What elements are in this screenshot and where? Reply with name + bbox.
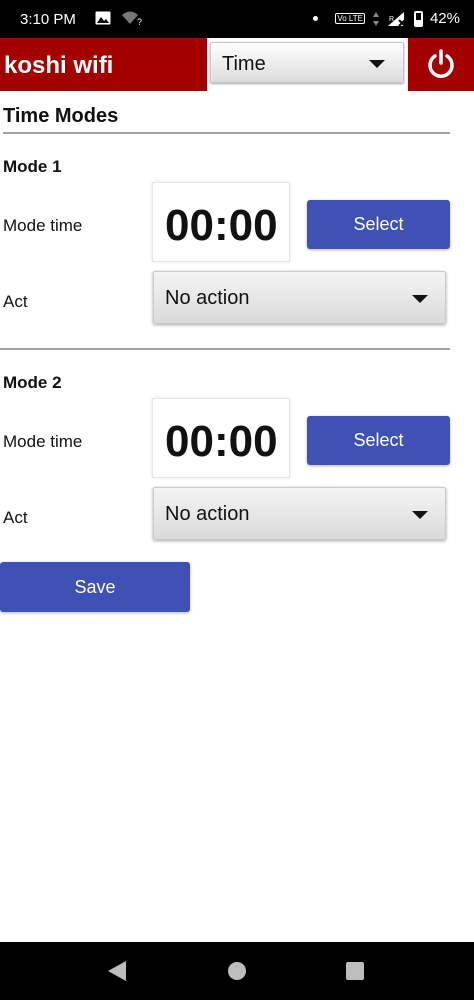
mode-2-time-label: Mode time (3, 432, 83, 451)
svg-text:?: ? (137, 17, 142, 26)
mode-dropdown-value: Time (222, 53, 266, 75)
mode-dropdown[interactable]: Time (210, 42, 404, 83)
divider (0, 348, 450, 350)
home-icon[interactable] (228, 962, 246, 980)
recents-icon[interactable] (346, 962, 364, 980)
mode-1-time-display[interactable]: 00:00 (152, 182, 290, 262)
svg-text:R: R (389, 16, 394, 23)
notification-dot-icon (313, 16, 319, 21)
signal-icon: R (387, 11, 406, 27)
volte-icon: Vo LTE (335, 13, 365, 24)
power-button[interactable] (408, 38, 474, 91)
mode-1-act-label: Act (3, 292, 28, 311)
mode-1-select-button[interactable]: Select (307, 200, 450, 249)
chevron-down-icon (412, 295, 428, 303)
mode-2-time-value: 00:00 (165, 417, 278, 466)
data-arrows-icon (372, 11, 379, 26)
status-right-icons: Vo LTE R 42% (313, 10, 460, 27)
power-icon (428, 49, 454, 78)
app-title: koshi wifi (4, 52, 114, 79)
mode-1-act-value: No action (165, 287, 250, 309)
mode-1-time-label: Mode time (3, 216, 83, 235)
mode-2-select-button[interactable]: Select (307, 416, 450, 465)
status-left-icons: ? (95, 10, 143, 26)
mode-2-act-value: No action (165, 503, 250, 525)
battery-percent: 42% (429, 10, 460, 27)
app-screen: 3:10 PM ? Vo LTE R 42% koshi wifi Time T… (0, 0, 474, 1000)
save-button[interactable]: Save (0, 562, 190, 612)
status-time: 3:10 PM (20, 11, 76, 28)
chevron-down-icon (412, 511, 428, 519)
image-icon (95, 11, 111, 25)
mode-1-act-dropdown[interactable]: No action (153, 271, 446, 324)
brand-block: koshi wifi (0, 38, 207, 91)
wifi-question-icon: ? (122, 11, 142, 26)
mode-2-time-display[interactable]: 00:00 (152, 398, 290, 478)
mode-2-act-label: Act (3, 508, 28, 527)
status-bar: 3:10 PM ? Vo LTE R 42% (0, 0, 474, 38)
mode-2-act-dropdown[interactable]: No action (153, 487, 446, 540)
mode-1-heading: Mode 1 (3, 157, 62, 176)
back-icon[interactable] (108, 961, 126, 981)
chevron-down-icon (369, 60, 385, 68)
battery-icon (413, 10, 423, 27)
section-title: Time Modes (3, 105, 119, 127)
system-nav-bar (0, 942, 474, 1000)
divider (3, 132, 450, 134)
mode-1-time-value: 00:00 (165, 201, 278, 250)
mode-2-heading: Mode 2 (3, 373, 62, 392)
